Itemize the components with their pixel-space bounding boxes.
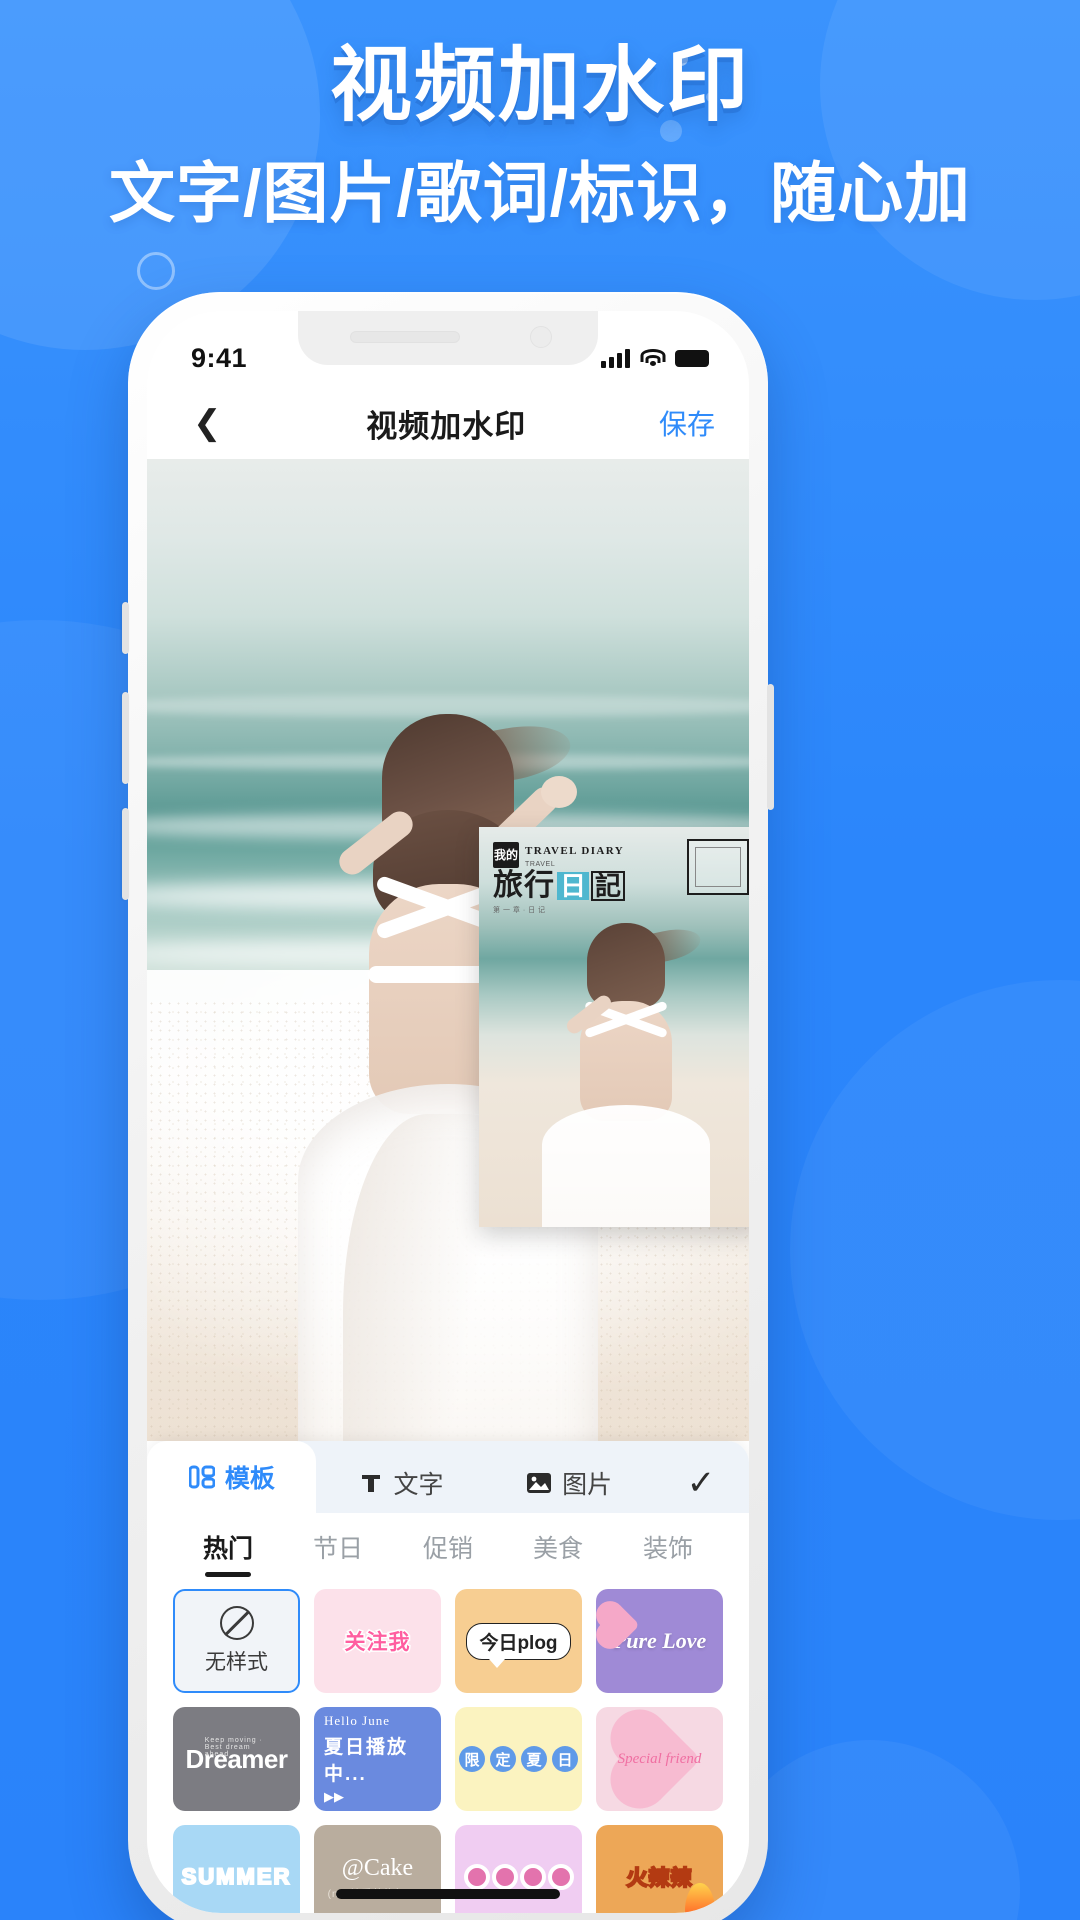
template-label: @Cake: [341, 1854, 414, 1881]
category-decor[interactable]: 装饰: [613, 1529, 723, 1577]
phone-screen: 9:41 ❮ 视频加水印 保存 我的 TRAVEL DIARY TRAVEL 旅…: [147, 311, 749, 1913]
phone-mockup: 9:41 ❮ 视频加水印 保存 我的 TRAVEL DIARY TRAVEL 旅…: [122, 292, 774, 1920]
bubble-char: 日: [552, 1746, 578, 1772]
watermark-overlay[interactable]: 我的 TRAVEL DIARY TRAVEL 旅行 日 記 第 一 章 · 日 …: [479, 827, 749, 1227]
watermark-eng-title: TRAVEL DIARY: [525, 845, 625, 857]
template-label: 无样式: [205, 1651, 268, 1674]
category-promo[interactable]: 促销: [393, 1529, 503, 1577]
decor-circle-4: [790, 980, 1080, 1520]
template-label: Special friend: [617, 1750, 702, 1767]
image-picture-icon: [525, 1470, 553, 1496]
template-item-summer[interactable]: SUMMER: [173, 1825, 300, 1913]
category-food[interactable]: 美食: [503, 1529, 613, 1577]
home-indicator: [336, 1889, 560, 1899]
tab-template-label: 模板: [224, 1465, 275, 1493]
play-arrow-icon: ▶▶: [324, 1789, 344, 1804]
template-item-cake[interactable]: @Cake (n.) 被爱着的每一天: [314, 1825, 441, 1913]
wm-skirt: [541, 1105, 710, 1227]
status-icons: [601, 348, 709, 368]
app-nav-bar: ❮ 视频加水印 保存: [147, 387, 749, 459]
promo-subtitle: 文字/图片/歌词/标识，随心加: [108, 155, 971, 230]
promo-headline: 视频加水印 文字/图片/歌词/标识，随心加: [0, 40, 1080, 230]
status-time: 9:41: [191, 342, 248, 373]
phone-silent-switch: [122, 602, 129, 654]
tab-template[interactable]: 模板: [147, 1441, 316, 1513]
template-label: 关注我: [343, 1630, 411, 1656]
template-label: 夏日播放中...: [324, 1737, 409, 1785]
editor-tabs: 模板 文字 图片 ✓: [147, 1441, 749, 1513]
template-item-love[interactable]: Pure Love: [596, 1589, 723, 1693]
watermark-tiny-text: 第 一 章 · 日 记: [493, 907, 546, 914]
watermark-subject: [541, 923, 710, 1227]
template-grid-icon: [188, 1464, 216, 1490]
template-item-hellojune[interactable]: Hello June 夏日播放中... ▶▶: [314, 1707, 441, 1811]
watermark-cn-2: 日: [557, 872, 590, 900]
tab-image-label: 图片: [562, 1471, 613, 1499]
signal-bars-icon: [601, 348, 630, 368]
template-item-plog[interactable]: 今日plog: [455, 1589, 582, 1693]
template-categories: 热门 节日 促销 美食 装饰: [147, 1513, 749, 1583]
template-item-special[interactable]: Special friend: [596, 1707, 723, 1811]
template-sublabel: Hello June: [324, 1713, 390, 1728]
watermark-cn-3: 記: [591, 871, 626, 901]
no-style-icon: [219, 1606, 254, 1640]
category-hot[interactable]: 热门: [173, 1529, 283, 1577]
status-bar: 9:41: [147, 311, 749, 387]
template-item-spicy[interactable]: 火辣辣: [596, 1825, 723, 1913]
flower-icons: [463, 1864, 574, 1890]
phone-volume-down-button: [122, 808, 129, 900]
phone-power-button: [767, 684, 774, 810]
template-item-dreamer[interactable]: Keep moving · Best dream ahead Dreamer: [173, 1707, 300, 1811]
tab-text[interactable]: 文字: [316, 1453, 485, 1513]
template-sublabel: Keep moving · Best dream ahead: [204, 1737, 263, 1758]
confirm-button[interactable]: ✓: [653, 1453, 749, 1513]
wifi-icon: [640, 348, 665, 368]
decor-ring-icon: [137, 252, 175, 290]
save-button[interactable]: 保存: [659, 403, 715, 443]
template-label: SUMMER: [181, 1863, 292, 1890]
editor-panel: 模板 文字 图片 ✓ 热门 节日 促销 美食 装饰 无样式 关注我 今日plog…: [147, 1441, 749, 1913]
template-label-bubbles: 限 定 夏 日: [459, 1746, 578, 1772]
promo-title: 视频加水印: [329, 40, 750, 131]
tab-image[interactable]: 图片: [484, 1453, 653, 1513]
tab-text-label: 文字: [393, 1471, 444, 1499]
template-item-summerltd[interactable]: 限 定 夏 日 限定夏日: [455, 1707, 582, 1811]
back-button[interactable]: ❮: [181, 400, 234, 446]
template-label: 火辣辣: [626, 1866, 693, 1891]
text-T-icon: [357, 1470, 385, 1496]
watermark-cn-1: 旅行: [493, 869, 555, 902]
bubble-char: 夏: [521, 1746, 547, 1772]
bubble-char: 限: [459, 1746, 485, 1772]
template-item-none[interactable]: 无样式: [173, 1589, 300, 1693]
watermark-badge: 我的: [493, 841, 519, 868]
bubble-char: 定: [490, 1746, 516, 1772]
video-preview[interactable]: 我的 TRAVEL DIARY TRAVEL 旅行 日 記 第 一 章 · 日 …: [147, 459, 749, 1441]
watermark-text-block: 我的 TRAVEL DIARY TRAVEL 旅行 日 記 第 一 章 · 日 …: [493, 841, 671, 915]
template-item-follow[interactable]: 关注我: [314, 1589, 441, 1693]
watermark-corner-frame: [687, 839, 749, 895]
category-festival[interactable]: 节日: [283, 1529, 393, 1577]
watermark-eng-sub: TRAVEL: [525, 861, 556, 868]
template-item-flowers[interactable]: 花花世界: [455, 1825, 582, 1913]
template-label: 今日plog: [466, 1622, 571, 1668]
template-grid: 无样式 关注我 今日plog Pure Love Keep moving · B…: [147, 1583, 749, 1913]
battery-icon: [675, 349, 709, 367]
page-title: 视频加水印: [366, 408, 527, 444]
phone-volume-up-button: [122, 692, 129, 784]
right-hand: [541, 776, 577, 809]
